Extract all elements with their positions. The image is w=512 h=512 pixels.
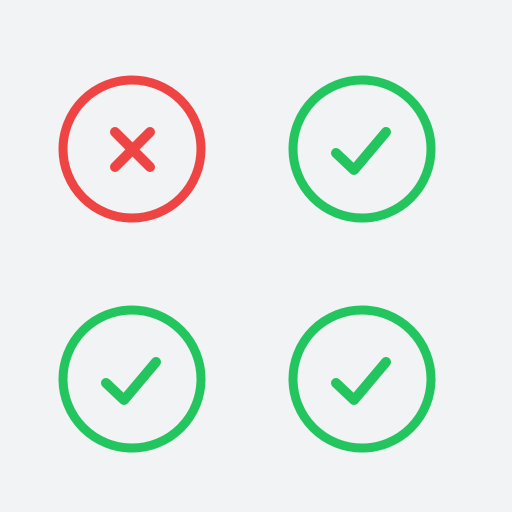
error-icon-svg (58, 75, 206, 223)
status-grid (0, 0, 512, 512)
checkmark-icon (331, 127, 391, 175)
error-status-icon (58, 75, 206, 223)
success-status-icon (288, 75, 436, 223)
checkmark-icon (101, 357, 161, 405)
status-ring (288, 75, 436, 223)
success-icon-svg (58, 305, 206, 453)
status-ring (58, 305, 206, 453)
status-ring (288, 305, 436, 453)
success-icon-svg (288, 305, 436, 453)
success-status-icon (288, 305, 436, 453)
success-icon-svg (288, 75, 436, 223)
success-status-icon (58, 305, 206, 453)
checkmark-icon (331, 357, 391, 405)
x-mark-icon (110, 127, 155, 172)
